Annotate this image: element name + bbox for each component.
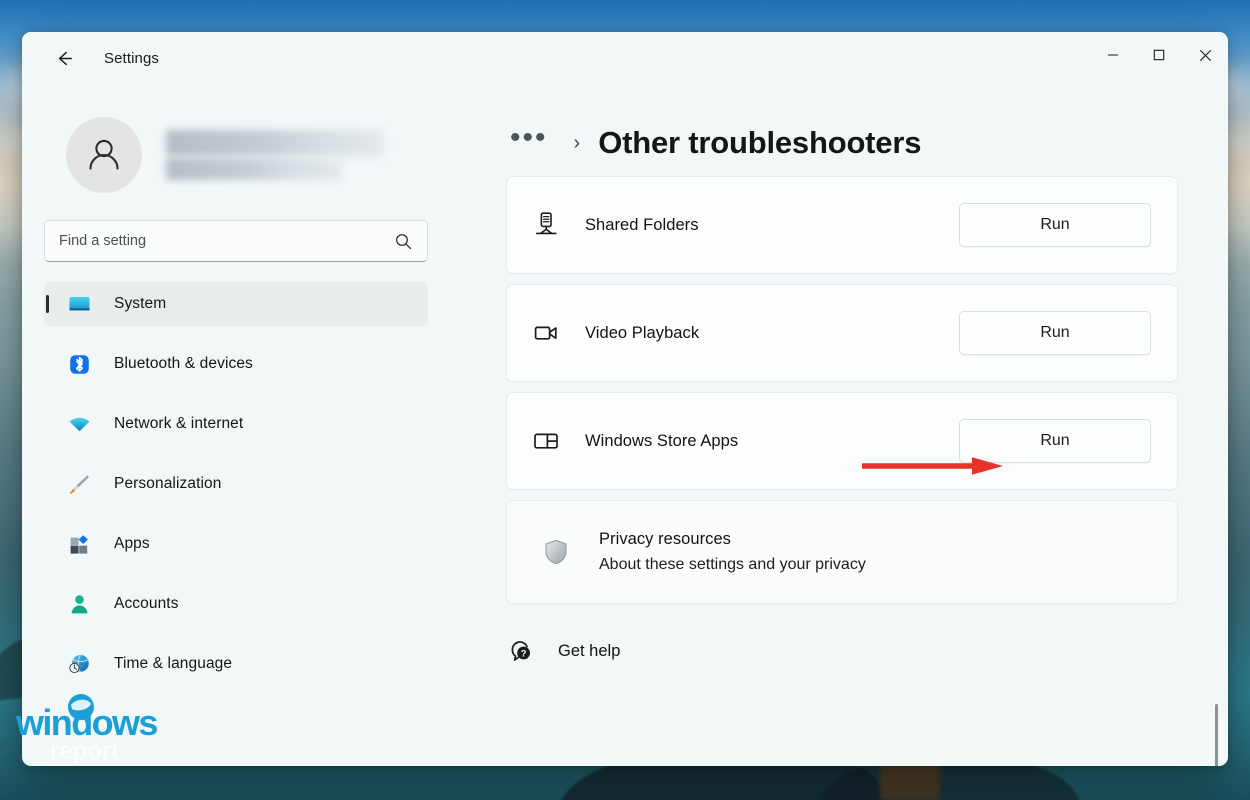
back-arrow-icon [58, 51, 72, 65]
paintbrush-icon [66, 471, 92, 497]
account-name-block [166, 130, 384, 180]
search-input[interactable] [59, 233, 394, 249]
avatar [66, 117, 142, 193]
sidebar: System Bluetooth & devic [22, 84, 450, 766]
scrollbar-track[interactable] [1212, 176, 1220, 766]
breadcrumb-separator: › [573, 132, 581, 154]
breadcrumb-overflow-button[interactable]: ••• [506, 123, 552, 159]
troubleshooter-row[interactable]: Shared Folders Run [506, 176, 1178, 274]
breadcrumb: ••• › Other troubleshooters [506, 84, 1228, 176]
help-question-bubble-icon: ? [506, 636, 536, 666]
minimize-button[interactable] [1090, 32, 1136, 78]
privacy-resources-row[interactable]: Privacy resources About these settings a… [506, 500, 1178, 604]
svg-text:?: ? [520, 647, 526, 658]
title-bar: Settings [22, 32, 1228, 84]
troubleshooter-name: Windows Store Apps [585, 431, 739, 450]
sidebar-item-label: Time & language [114, 655, 233, 672]
sidebar-item-label: Bluetooth & devices [114, 355, 253, 372]
shield-icon [539, 535, 573, 569]
minimize-icon [1108, 54, 1118, 56]
sidebar-item-label: Accounts [114, 595, 179, 612]
troubleshooter-text: Windows Store Apps [585, 432, 959, 451]
sidebar-item-label: Network & internet [114, 415, 244, 432]
get-help-label: Get help [558, 641, 621, 660]
sidebar-item-network-internet[interactable]: Network & internet [44, 402, 428, 446]
clock-globe-icon [66, 651, 92, 677]
scrollbar-thumb[interactable] [1215, 704, 1218, 766]
account-name-redacted [166, 130, 384, 156]
privacy-text: Privacy resources About these settings a… [599, 530, 1151, 574]
settings-window: Settings Find a setting System Bluetooth… [22, 32, 1228, 766]
page-title: Other troubleshooters [598, 125, 922, 160]
account-person-icon [66, 591, 92, 617]
close-button[interactable] [1182, 32, 1228, 78]
maximize-button[interactable] [1136, 32, 1182, 78]
sidebar-item-bluetooth-devices[interactable]: Bluetooth & devices [44, 342, 428, 386]
sidebar-nav: System Bluetooth & devices Network & int… [44, 282, 428, 686]
window-title: Settings [104, 49, 159, 67]
troubleshooter-name: Shared Folders [585, 215, 699, 234]
privacy-subtitle: About these settings and your privacy [599, 556, 866, 573]
window-controls [1090, 32, 1228, 78]
run-button-windows-store-apps[interactable]: Run [959, 419, 1151, 463]
sidebar-item-time-language[interactable]: Time & language [44, 642, 428, 686]
get-help-link[interactable]: ? Get help [506, 636, 686, 666]
search-icon [396, 233, 412, 249]
apps-icon [66, 531, 92, 557]
sidebar-item-system[interactable]: System [44, 282, 428, 326]
troubleshooter-text: Shared Folders [585, 216, 959, 235]
sidebar-item-apps[interactable]: Apps [44, 522, 428, 566]
bluetooth-icon [66, 351, 92, 377]
video-camera-icon [529, 316, 563, 350]
maximize-icon [1153, 49, 1165, 61]
main-content: ••• › Other troubleshooters Shared Folde… [450, 84, 1228, 766]
back-button[interactable] [46, 40, 82, 76]
troubleshooter-name: Video Playback [585, 323, 700, 342]
wifi-icon [66, 411, 92, 437]
privacy-title: Privacy resources [599, 530, 731, 548]
sidebar-item-label: Personalization [114, 475, 222, 492]
troubleshooter-row[interactable]: Video Playback Run [506, 284, 1178, 382]
monitor-icon [66, 291, 92, 317]
run-button-video-playback[interactable]: Run [959, 311, 1151, 355]
account-header[interactable] [44, 84, 428, 200]
troubleshooter-row[interactable]: Windows Store Apps Run [506, 392, 1178, 490]
desktop-wallpaper: Settings Find a setting System Bluetooth… [0, 0, 1250, 800]
account-email-redacted [166, 158, 342, 180]
run-button-shared-folders[interactable]: Run [959, 203, 1151, 247]
sidebar-item-personalization[interactable]: Personalization [44, 462, 428, 506]
troubleshooter-text: Video Playback [585, 324, 959, 343]
sidebar-item-accounts[interactable]: Accounts [44, 582, 428, 626]
close-icon [1199, 49, 1211, 61]
sidebar-item-label: System [114, 295, 167, 312]
person-avatar-icon [89, 139, 119, 170]
store-apps-window-icon [529, 424, 563, 458]
sidebar-item-label: Apps [114, 535, 150, 552]
troubleshooter-list: Shared Folders Run Video Playback Run Wi… [506, 176, 1228, 666]
shared-folders-server-icon [529, 208, 563, 242]
search-box[interactable] [44, 220, 428, 262]
